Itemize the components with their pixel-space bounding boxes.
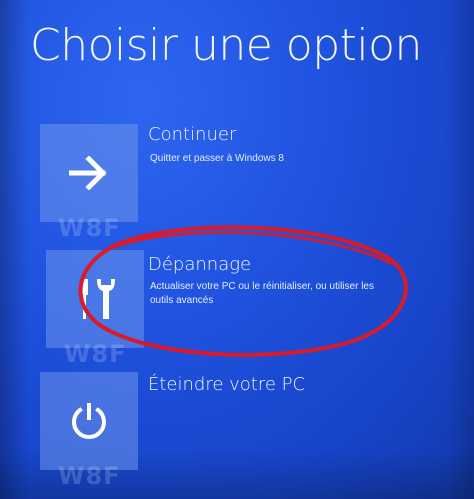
- option-shutdown-title[interactable]: Éteindre votre PC: [148, 374, 305, 395]
- wrench-screwdriver-icon: [73, 275, 117, 323]
- option-troubleshoot-description: Actualiser votre PC ou le réinitialiser,…: [150, 281, 374, 306]
- option-troubleshoot-title[interactable]: Dépannage: [148, 254, 251, 275]
- arrow-right-icon: [69, 156, 109, 190]
- page-title: Choisir une option: [30, 20, 422, 71]
- option-continue-tile[interactable]: W8F: [40, 124, 138, 242]
- option-troubleshoot[interactable]: W8F Dépannage Actualiser votre PC ou le …: [40, 250, 460, 368]
- option-continue[interactable]: W8F Continuer Quitter et passer à Window…: [40, 124, 460, 242]
- option-continue-title[interactable]: Continuer: [148, 124, 236, 145]
- watermark-text: W8F: [58, 462, 121, 490]
- option-shutdown[interactable]: W8F Éteindre votre PC: [40, 372, 460, 490]
- option-continue-description: Quitter et passer à Windows 8: [150, 153, 284, 164]
- watermark-text: W8F: [58, 214, 121, 242]
- watermark-text: W8F: [64, 340, 127, 368]
- option-troubleshoot-tile[interactable]: W8F: [46, 250, 144, 368]
- option-shutdown-tile[interactable]: W8F: [40, 372, 138, 490]
- power-icon: [69, 400, 109, 442]
